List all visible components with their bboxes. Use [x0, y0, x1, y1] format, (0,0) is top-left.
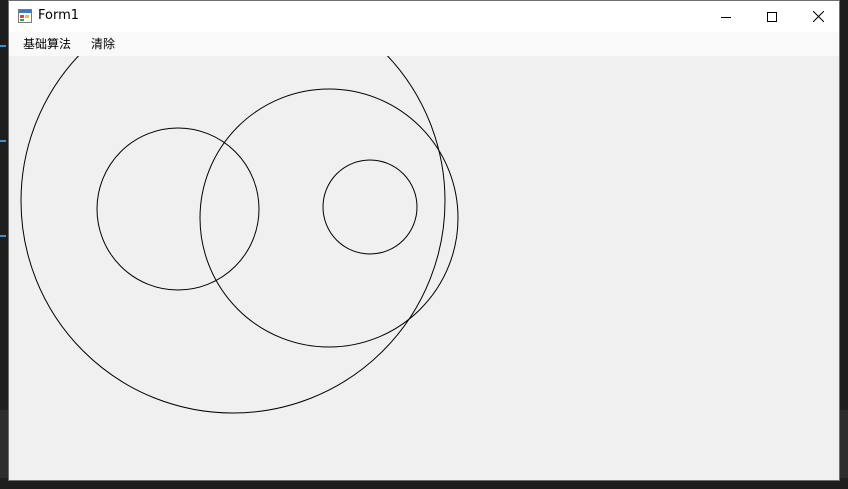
- editor-line-marker: [0, 235, 6, 237]
- drawn-circle: [96, 127, 260, 291]
- editor-line-marker: [0, 45, 6, 47]
- title-bar[interactable]: Form1: [9, 1, 839, 32]
- close-icon: [812, 11, 824, 22]
- menu-item-clear[interactable]: 清除: [85, 36, 121, 52]
- maximize-button[interactable]: [749, 1, 795, 32]
- drawn-circle: [20, 56, 446, 414]
- app-form-icon: [18, 9, 32, 23]
- drawing-canvas[interactable]: [9, 56, 839, 480]
- drawn-circle: [322, 159, 418, 255]
- minimize-button[interactable]: [703, 1, 749, 32]
- form-window: Form1 基础算法 清除: [8, 0, 840, 481]
- menu-bar: 基础算法 清除: [9, 32, 839, 56]
- maximize-icon: [767, 11, 777, 22]
- close-button[interactable]: [795, 1, 841, 32]
- minimize-icon: [721, 16, 731, 18]
- drawn-circle: [199, 88, 459, 348]
- window-title: Form1: [38, 8, 80, 23]
- menu-item-basic-algorithms[interactable]: 基础算法: [17, 36, 77, 52]
- editor-line-marker: [0, 140, 6, 142]
